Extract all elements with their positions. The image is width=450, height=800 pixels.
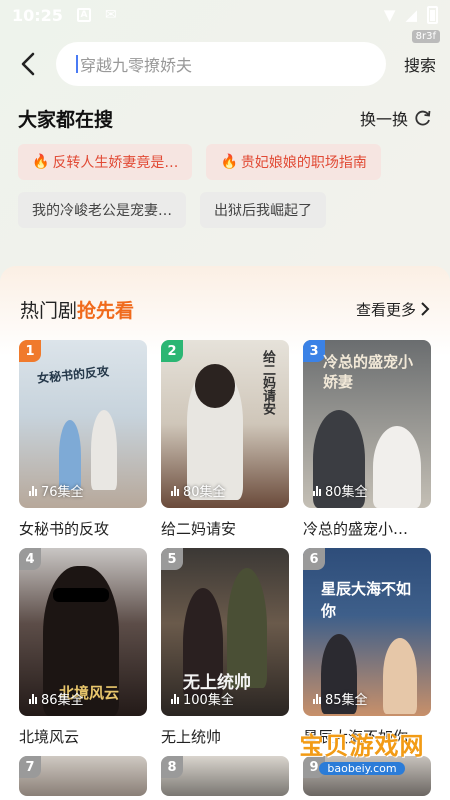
drama-poster: 3 冷总的盛宠小娇妻 80集全 bbox=[303, 340, 431, 508]
hot-search-chip[interactable]: 🔥 贵妃娘娘的职场指南 bbox=[206, 144, 381, 180]
drama-card[interactable]: 2 给二妈请安 80集全 给二妈请安 bbox=[161, 340, 289, 540]
site-watermark: 宝贝游戏网 baobeiy.com bbox=[292, 718, 432, 782]
drama-card[interactable]: 4 北境风云 86集全 北境风云 bbox=[19, 548, 147, 748]
refresh-label: 换一换 bbox=[359, 110, 408, 129]
poster-figure bbox=[373, 426, 421, 508]
chip-label: 我的冷峻老公是宠妻… bbox=[32, 203, 172, 219]
drama-card[interactable]: 5 无上统帅 100集全 无上统帅 bbox=[161, 548, 289, 748]
drama-poster: 6 星辰大海不如你 85集全 bbox=[303, 548, 431, 716]
wifi-icon: ▼ bbox=[383, 6, 396, 24]
chip-label: 反转人生娇妻竟是… bbox=[52, 155, 179, 171]
bars-icon bbox=[29, 693, 37, 704]
status-time: 10:25 bbox=[12, 5, 63, 25]
rank-badge: 1 bbox=[19, 340, 41, 362]
status-bar: 10:25 A ✉ ▼ ◢ bbox=[0, 0, 450, 30]
fire-icon: 🔥 bbox=[32, 154, 50, 170]
drama-poster: 7 bbox=[19, 756, 147, 796]
title-prefix: 热门剧 bbox=[20, 299, 78, 322]
notification-a-icon: A bbox=[76, 8, 91, 22]
episode-label: 76集全 bbox=[41, 485, 84, 500]
hot-search-chip[interactable]: 🔥 反转人生娇妻竟是… bbox=[18, 144, 193, 180]
bars-icon bbox=[313, 693, 321, 704]
back-button[interactable] bbox=[12, 48, 44, 80]
drama-poster: 2 给二妈请安 80集全 bbox=[161, 340, 289, 508]
drama-card[interactable]: 7 bbox=[19, 756, 147, 796]
poster-caption: 冷总的盛宠小娇妻 bbox=[323, 353, 414, 391]
episode-count: 80集全 bbox=[171, 481, 226, 500]
rank-badge: 7 bbox=[19, 756, 41, 778]
poster-figure bbox=[195, 364, 235, 408]
chevron-right-icon bbox=[421, 302, 430, 316]
hot-search-section: 大家都在搜 换一换 🔥 反转人生娇妻竟是… 🔥 贵妃娘娘的职场指南 我的冷峻老公是宠… bbox=[0, 104, 450, 228]
episode-label: 80集全 bbox=[325, 485, 368, 500]
drama-title: 北境风云 bbox=[19, 728, 80, 746]
search-header: 穿越九零撩娇夫 搜索 bbox=[0, 36, 450, 92]
episode-count: 76集全 bbox=[29, 481, 84, 500]
debug-tag: 8r3f bbox=[411, 30, 440, 43]
rank-badge: 2 bbox=[161, 340, 183, 362]
text-caret bbox=[76, 55, 78, 73]
drama-title: 冷总的盛宠小… bbox=[303, 520, 409, 538]
episode-count: 85集全 bbox=[313, 689, 368, 708]
chip-label: 出狱后我崛起了 bbox=[214, 203, 312, 219]
drama-poster: 1 女秘书的反攻 76集全 bbox=[19, 340, 147, 508]
search-button[interactable]: 搜索 bbox=[404, 52, 436, 76]
poster-figure bbox=[91, 410, 117, 490]
refresh-button[interactable]: 换一换 bbox=[360, 106, 432, 130]
poster-figure bbox=[59, 420, 81, 490]
poster-figure bbox=[383, 638, 417, 714]
see-more-button[interactable]: 查看更多 bbox=[356, 299, 430, 320]
chip-label: 贵妃娘娘的职场指南 bbox=[240, 155, 367, 171]
drama-title: 女秘书的反攻 bbox=[19, 520, 110, 538]
hot-search-chip[interactable]: 我的冷峻老公是宠妻… bbox=[18, 192, 186, 228]
drama-poster: 4 北境风云 86集全 bbox=[19, 548, 147, 716]
bars-icon bbox=[313, 485, 321, 496]
episode-label: 86集全 bbox=[41, 693, 84, 708]
watermark-logo: 宝贝游戏网 bbox=[299, 731, 425, 760]
notification-mail-icon: ✉ bbox=[104, 7, 117, 23]
back-arrow-icon bbox=[21, 52, 35, 76]
signal-icon: ◢ bbox=[405, 6, 417, 24]
poster-caption: 女秘书的反攻 bbox=[36, 364, 110, 386]
drama-poster: 5 无上统帅 100集全 bbox=[161, 548, 289, 716]
bars-icon bbox=[171, 693, 179, 704]
episode-label: 85集全 bbox=[325, 693, 368, 708]
fire-icon: 🔥 bbox=[220, 154, 238, 170]
episode-label: 80集全 bbox=[183, 485, 226, 500]
search-placeholder: 穿越九零撩娇夫 bbox=[80, 56, 193, 75]
drama-title: 无上统帅 bbox=[161, 728, 222, 746]
episode-count: 80集全 bbox=[313, 481, 368, 500]
poster-sunglasses bbox=[53, 588, 109, 602]
hot-search-chip[interactable]: 出狱后我崛起了 bbox=[200, 192, 326, 228]
rank-badge: 8 bbox=[161, 756, 183, 778]
search-input[interactable]: 穿越九零撩娇夫 bbox=[56, 42, 386, 86]
drama-title: 给二妈请安 bbox=[161, 520, 237, 538]
bars-icon bbox=[29, 485, 37, 496]
poster-caption: 星辰大海不如你 bbox=[321, 580, 412, 620]
rank-badge: 6 bbox=[303, 548, 325, 570]
drama-card[interactable]: 3 冷总的盛宠小娇妻 80集全 冷总的盛宠小… bbox=[303, 340, 431, 540]
rank-badge: 3 bbox=[303, 340, 325, 362]
hot-drama-title: 热门剧抢先看 bbox=[20, 296, 134, 323]
title-accent: 抢先看 bbox=[77, 299, 135, 322]
drama-card[interactable]: 8 bbox=[161, 756, 289, 796]
rank-badge: 5 bbox=[161, 548, 183, 570]
drama-card[interactable]: 1 女秘书的反攻 76集全 女秘书的反攻 bbox=[19, 340, 147, 540]
episode-label: 100集全 bbox=[183, 693, 234, 708]
watermark-url: baobeiy.com bbox=[319, 761, 405, 775]
episode-count: 86集全 bbox=[29, 689, 84, 708]
battery-icon bbox=[427, 6, 438, 24]
rank-badge: 4 bbox=[19, 548, 41, 570]
refresh-icon bbox=[415, 110, 431, 126]
poster-caption: 给二妈请安 bbox=[260, 350, 275, 415]
drama-poster: 8 bbox=[161, 756, 289, 796]
see-more-label: 查看更多 bbox=[355, 300, 416, 319]
hot-search-title: 大家都在搜 bbox=[18, 108, 114, 131]
episode-count: 100集全 bbox=[171, 689, 234, 708]
bars-icon bbox=[171, 485, 179, 496]
